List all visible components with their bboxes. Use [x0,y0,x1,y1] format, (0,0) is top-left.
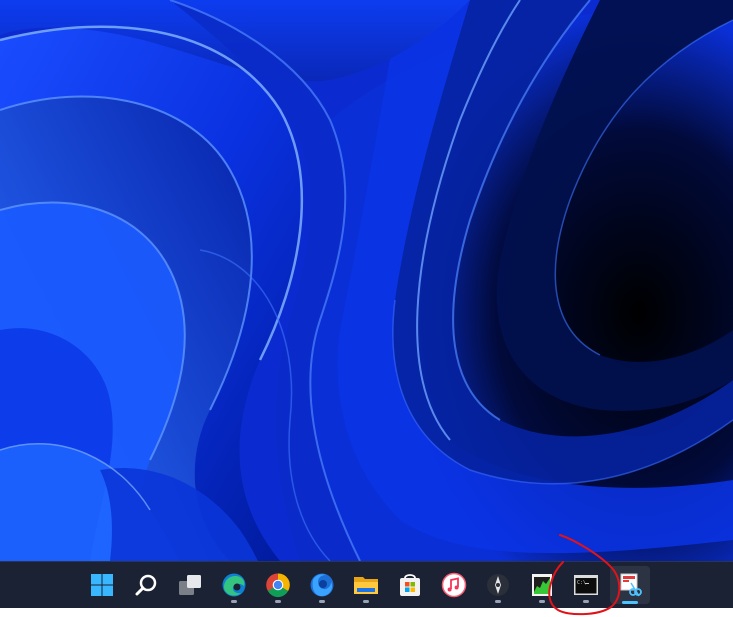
running-indicator [539,600,545,603]
taskbar-app-command-prompt[interactable]: C:\ [566,566,606,604]
running-indicator [231,600,237,603]
taskbar-app-monitor[interactable] [522,566,562,604]
start-button[interactable] [82,566,122,604]
task-view-icon [179,575,201,595]
command-prompt-icon: C:\ [574,575,598,595]
search-button[interactable] [126,566,166,604]
desktop-wallpaper [0,0,733,561]
taskbar-app-file-explorer[interactable] [346,566,386,604]
active-indicator [622,601,638,604]
running-indicator [275,600,281,603]
taskbar: C:\ [0,561,733,608]
running-indicator [363,600,369,603]
edge-icon [222,573,246,597]
file-explorer-icon [354,577,378,594]
taskbar-app-microsoft-store[interactable] [390,566,430,604]
app-icon [487,574,509,596]
taskbar-app-itunes[interactable] [434,566,474,604]
microsoft-store-icon [400,574,420,596]
chrome-icon [266,573,290,598]
running-indicator [319,600,325,603]
taskbar-app-unknown[interactable] [478,566,518,604]
taskbar-app-chrome[interactable] [258,566,298,604]
running-indicator [495,600,501,603]
taskbar-app-firefox[interactable] [302,566,342,604]
windows-start-icon [91,574,113,596]
svg-text:C:\: C:\ [577,580,586,586]
search-icon [135,574,157,596]
task-view-button[interactable] [170,566,210,604]
screen-bottom-margin [0,608,733,617]
itunes-icon [441,572,467,598]
running-indicator [583,600,589,603]
firefox-icon [310,573,334,597]
snipping-tool-icon [620,573,642,597]
system-monitor-icon [532,574,552,596]
taskbar-app-snipping-tool[interactable] [610,566,650,604]
taskbar-app-edge[interactable] [214,566,254,604]
